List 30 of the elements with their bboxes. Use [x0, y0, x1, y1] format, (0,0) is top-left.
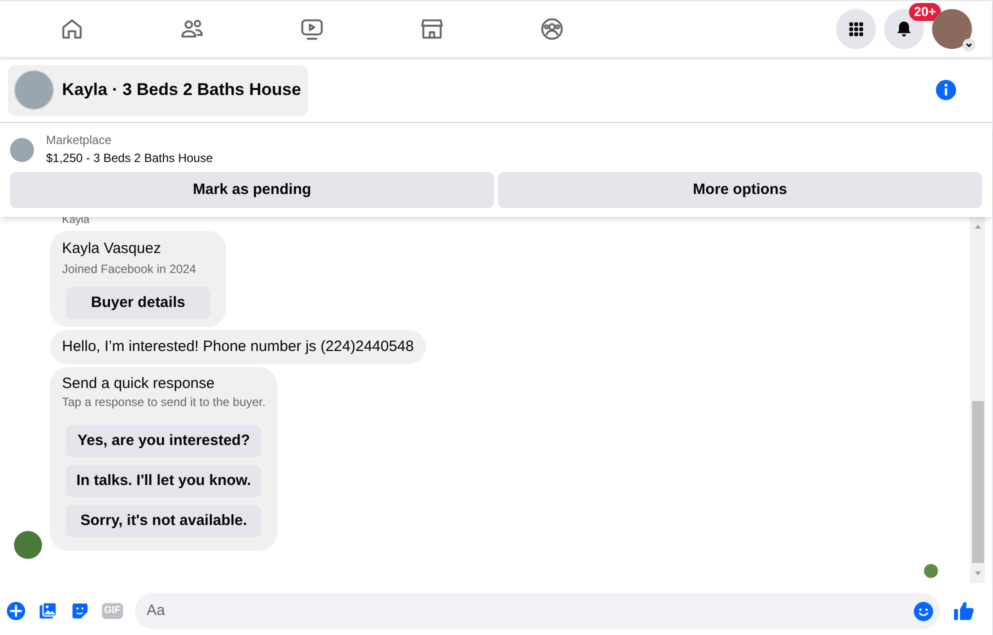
buyer-name: Kayla Vasquez [62, 239, 161, 259]
listing-thumbnail [10, 138, 34, 162]
message-field[interactable]: Aa [134, 593, 940, 629]
joined-text: Joined Facebook in 2024 [62, 261, 196, 278]
photo-icon[interactable] [38, 601, 58, 621]
plus-icon[interactable] [6, 601, 26, 621]
sender-avatar [14, 531, 42, 559]
chevron-down-icon[interactable] [962, 38, 976, 52]
quick-response-button[interactable]: In talks. I'll let you know. [66, 465, 262, 497]
more-options-button[interactable]: More options [498, 172, 982, 208]
quick-response-title: Send a quick response [62, 375, 216, 393]
mark-pending-button[interactable]: Mark as pending [10, 172, 494, 208]
message-input[interactable]: Aa [146, 600, 913, 622]
listing-thumbnail [14, 70, 54, 110]
emoji-icon[interactable] [913, 600, 934, 622]
groups-icon [539, 16, 565, 42]
chat-title-button[interactable]: Kayla · 3 Beds 2 Baths House [8, 64, 308, 116]
info-icon[interactable] [935, 79, 957, 101]
notification-badge: 20+ [909, 3, 942, 21]
quick-response-button[interactable]: Yes, are you interested? [66, 425, 262, 457]
listing-source: Marketplace [46, 132, 112, 149]
menu-button[interactable] [836, 9, 876, 49]
thumbs-up-icon[interactable] [952, 599, 976, 623]
read-receipt-avatar [924, 564, 938, 578]
quick-response-button[interactable]: Sorry, it's not available. [66, 505, 262, 537]
buyer-details-button[interactable]: Buyer details [66, 287, 210, 319]
quick-response-hint: Tap a response to send it to the buyer. [62, 394, 266, 411]
message-bubble: Hello, I’m interested! Phone number js (224)2440548 [50, 330, 426, 364]
sticker-icon[interactable] [70, 601, 90, 621]
listing-title: $1,250 - 3 Beds 2 Baths House [46, 150, 213, 167]
